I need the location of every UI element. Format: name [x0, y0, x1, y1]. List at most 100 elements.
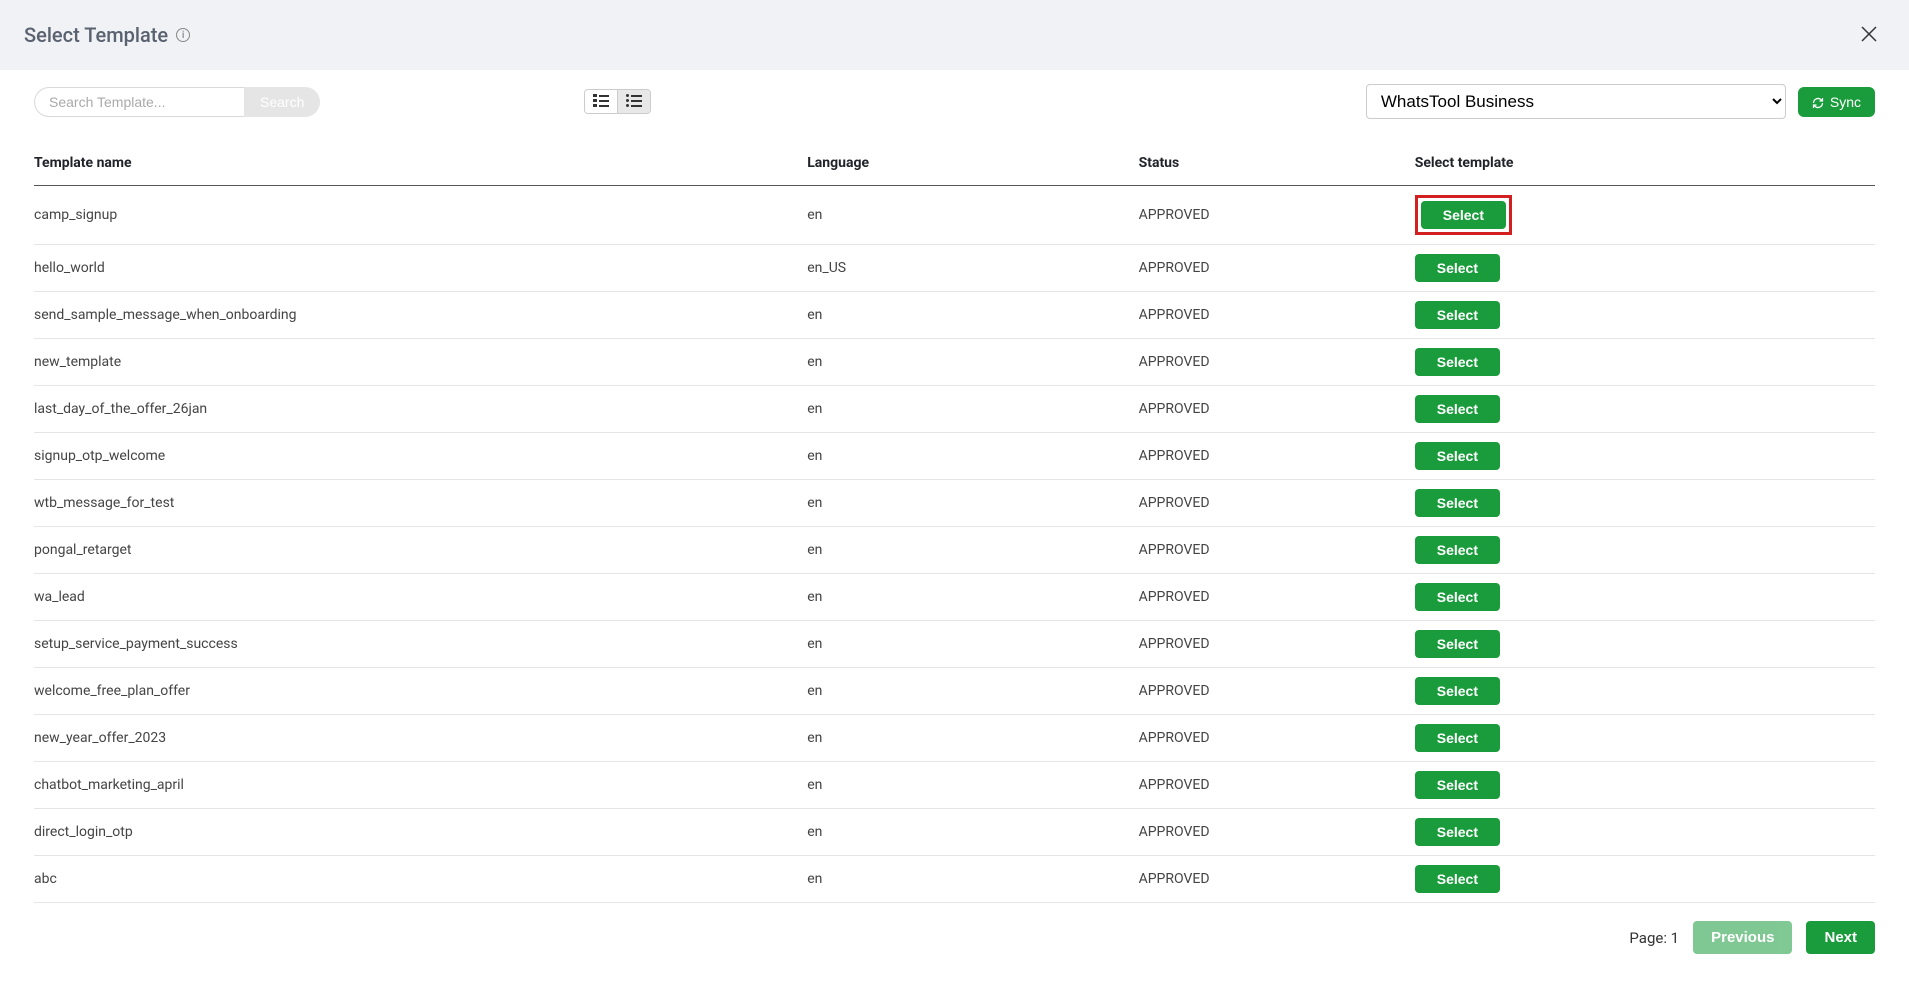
table-row: wtb_message_for_testenAPPROVEDSelect — [34, 480, 1875, 527]
table-row: signup_otp_welcomeenAPPROVEDSelect — [34, 433, 1875, 480]
cell-template-name: setup_service_payment_success — [34, 621, 807, 668]
info-icon[interactable]: i — [176, 28, 190, 42]
select-template-button[interactable]: Select — [1415, 301, 1500, 329]
table-header-row: Template name Language Status Select tem… — [34, 141, 1875, 186]
col-header-name: Template name — [34, 141, 807, 186]
cell-language: en — [807, 480, 1138, 527]
select-template-button[interactable]: Select — [1415, 348, 1500, 376]
cell-action: Select — [1415, 527, 1875, 574]
table-row: send_sample_message_when_onboardingenAPP… — [34, 292, 1875, 339]
sync-button[interactable]: Sync — [1798, 87, 1875, 117]
table-row: direct_login_otpenAPPROVEDSelect — [34, 809, 1875, 856]
cell-language: en — [807, 186, 1138, 245]
table-row: chatbot_marketing_aprilenAPPROVEDSelect — [34, 762, 1875, 809]
search-input[interactable] — [34, 87, 244, 117]
cell-language: en — [807, 621, 1138, 668]
cell-action: Select — [1415, 809, 1875, 856]
cell-status: APPROVED — [1139, 292, 1415, 339]
cell-status: APPROVED — [1139, 574, 1415, 621]
select-template-button[interactable]: Select — [1415, 583, 1500, 611]
list-bullet-icon — [626, 94, 642, 109]
cell-status: APPROVED — [1139, 527, 1415, 574]
view-detailed-button[interactable] — [585, 90, 617, 113]
cell-language: en — [807, 433, 1138, 480]
cell-template-name: hello_world — [34, 245, 807, 292]
sync-label: Sync — [1830, 94, 1861, 110]
cell-language: en — [807, 762, 1138, 809]
list-detailed-icon — [593, 94, 609, 109]
table-row: new_year_offer_2023enAPPROVEDSelect — [34, 715, 1875, 762]
cell-status: APPROVED — [1139, 856, 1415, 903]
table-row: setup_service_payment_successenAPPROVEDS… — [34, 621, 1875, 668]
cell-status: APPROVED — [1139, 480, 1415, 527]
close-icon — [1861, 22, 1877, 47]
cell-language: en — [807, 574, 1138, 621]
cell-template-name: pongal_retarget — [34, 527, 807, 574]
highlight-box: Select — [1415, 195, 1512, 235]
search-button[interactable]: Search — [244, 87, 320, 117]
sync-icon — [1812, 96, 1824, 108]
select-template-button[interactable]: Select — [1415, 254, 1500, 282]
cell-status: APPROVED — [1139, 433, 1415, 480]
account-select[interactable]: WhatsTool Business — [1366, 84, 1786, 119]
table-row: abcenAPPROVEDSelect — [34, 856, 1875, 903]
search-group: Search — [34, 87, 320, 117]
cell-action: Select — [1415, 245, 1875, 292]
select-template-button[interactable]: Select — [1415, 442, 1500, 470]
select-template-button[interactable]: Select — [1421, 201, 1506, 229]
templates-table: Template name Language Status Select tem… — [34, 141, 1875, 903]
cell-template-name: new_year_offer_2023 — [34, 715, 807, 762]
table-row: hello_worlden_USAPPROVEDSelect — [34, 245, 1875, 292]
table-row: last_day_of_the_offer_26janenAPPROVEDSel… — [34, 386, 1875, 433]
table-row: pongal_retargetenAPPROVEDSelect — [34, 527, 1875, 574]
close-button[interactable] — [1853, 18, 1885, 52]
select-template-button[interactable]: Select — [1415, 724, 1500, 752]
select-template-button[interactable]: Select — [1415, 818, 1500, 846]
cell-language: en — [807, 292, 1138, 339]
col-header-status: Status — [1139, 141, 1415, 186]
cell-action: Select — [1415, 715, 1875, 762]
select-template-button[interactable]: Select — [1415, 677, 1500, 705]
cell-action: Select — [1415, 186, 1875, 245]
cell-template-name: direct_login_otp — [34, 809, 807, 856]
cell-template-name: last_day_of_the_offer_26jan — [34, 386, 807, 433]
cell-status: APPROVED — [1139, 386, 1415, 433]
cell-status: APPROVED — [1139, 809, 1415, 856]
col-header-action: Select template — [1415, 141, 1875, 186]
cell-action: Select — [1415, 480, 1875, 527]
next-button[interactable]: Next — [1806, 921, 1875, 954]
cell-action: Select — [1415, 668, 1875, 715]
select-template-button[interactable]: Select — [1415, 536, 1500, 564]
modal-title: Select Template — [24, 23, 168, 47]
cell-template-name: signup_otp_welcome — [34, 433, 807, 480]
cell-status: APPROVED — [1139, 339, 1415, 386]
page-indicator: Page: 1 — [1629, 929, 1679, 947]
select-template-button[interactable]: Select — [1415, 630, 1500, 658]
select-template-button[interactable]: Select — [1415, 771, 1500, 799]
cell-action: Select — [1415, 339, 1875, 386]
view-list-button[interactable] — [617, 90, 650, 113]
toolbar: Search — [34, 70, 1875, 133]
cell-template-name: new_template — [34, 339, 807, 386]
cell-status: APPROVED — [1139, 715, 1415, 762]
cell-status: APPROVED — [1139, 186, 1415, 245]
col-header-language: Language — [807, 141, 1138, 186]
select-template-button[interactable]: Select — [1415, 395, 1500, 423]
cell-status: APPROVED — [1139, 245, 1415, 292]
view-toggle — [584, 89, 651, 114]
select-template-button[interactable]: Select — [1415, 865, 1500, 893]
cell-status: APPROVED — [1139, 668, 1415, 715]
cell-status: APPROVED — [1139, 762, 1415, 809]
previous-button[interactable]: Previous — [1693, 921, 1792, 954]
select-template-button[interactable]: Select — [1415, 489, 1500, 517]
select-template-modal: Select Template i Search — [0, 0, 1909, 988]
cell-language: en — [807, 668, 1138, 715]
cell-action: Select — [1415, 292, 1875, 339]
cell-language: en — [807, 809, 1138, 856]
table-row: camp_signupenAPPROVEDSelect — [34, 186, 1875, 245]
cell-language: en_US — [807, 245, 1138, 292]
cell-language: en — [807, 715, 1138, 762]
table-row: wa_leadenAPPROVEDSelect — [34, 574, 1875, 621]
table-row: welcome_free_plan_offerenAPPROVEDSelect — [34, 668, 1875, 715]
cell-template-name: wtb_message_for_test — [34, 480, 807, 527]
